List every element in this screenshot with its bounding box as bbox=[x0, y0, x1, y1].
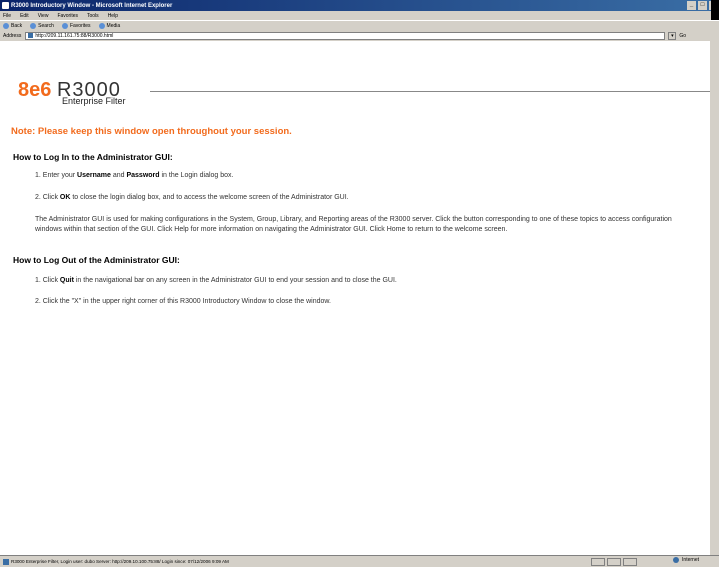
logo-divider bbox=[150, 91, 714, 92]
login-heading: How to Log In to the Administrator GUI: bbox=[13, 152, 173, 162]
login-step-1: 1. Enter your Username and Password in t… bbox=[35, 172, 234, 179]
logo-brand: 8e6 bbox=[18, 79, 52, 101]
login-info: The Administrator GUI is used for making… bbox=[35, 216, 672, 233]
login-step-2: 2. Click OK to close the login dialog bo… bbox=[35, 194, 349, 201]
address-url: http://209.11.161.75:88/R3000.html bbox=[35, 32, 114, 39]
minimize-button[interactable]: _ bbox=[687, 1, 696, 10]
menu-file[interactable]: File bbox=[3, 13, 11, 19]
menu-bar: File Edit View Favorites Tools Help bbox=[0, 0, 719, 20]
address-dropdown-button[interactable]: ▾ bbox=[668, 31, 677, 40]
ie-icon bbox=[2, 2, 9, 9]
favorites-button[interactable]: Favorites bbox=[61, 22, 91, 29]
logout-step-1: 1. Click Quit in the navigational bar on… bbox=[35, 277, 397, 284]
page-icon bbox=[3, 558, 9, 565]
page-content: 8e6 R3000 Enterprise Filter Note: Please… bbox=[0, 41, 719, 555]
page-icon bbox=[28, 33, 34, 38]
favorites-icon bbox=[61, 22, 68, 29]
session-note: Note: Please keep this window open throu… bbox=[11, 126, 292, 137]
status-pane bbox=[607, 558, 621, 566]
media-button[interactable]: Media bbox=[98, 22, 120, 29]
windows-logo-icon bbox=[711, 0, 719, 20]
status-pane bbox=[591, 558, 605, 566]
menu-view[interactable]: View bbox=[38, 13, 49, 19]
maximize-button[interactable]: □ bbox=[698, 1, 707, 10]
status-pane bbox=[623, 558, 637, 566]
search-button[interactable]: Search bbox=[30, 22, 54, 29]
logout-step-2: 2. Click the "X" in the upper right corn… bbox=[35, 298, 332, 305]
go-button[interactable]: Go bbox=[679, 33, 686, 39]
scrollbar[interactable] bbox=[710, 41, 719, 555]
logout-heading: How to Log Out of the Administrator GUI: bbox=[13, 255, 180, 265]
security-zone: Internet bbox=[673, 557, 699, 563]
toolbar: Back Search Favorites Media bbox=[0, 20, 719, 30]
title-bar: R3000 Introductory Window - Microsoft In… bbox=[0, 0, 719, 11]
menu-tools[interactable]: Tools bbox=[87, 13, 99, 19]
globe-icon bbox=[673, 557, 680, 563]
media-icon bbox=[98, 22, 105, 29]
search-icon bbox=[30, 22, 37, 29]
back-button[interactable]: Back bbox=[3, 22, 22, 29]
address-label: Address bbox=[3, 32, 22, 39]
menu-edit[interactable]: Edit bbox=[20, 13, 29, 19]
logo-subtitle: Enterprise Filter bbox=[62, 96, 126, 106]
status-text: R3000 Enterprise Filter, Login user: dub… bbox=[11, 559, 229, 564]
menu-favorites[interactable]: Favorites bbox=[57, 13, 78, 19]
status-bar: R3000 Enterprise Filter, Login user: dub… bbox=[0, 555, 719, 567]
menu-help[interactable]: Help bbox=[108, 13, 118, 19]
window-title: R3000 Introductory Window - Microsoft In… bbox=[11, 2, 173, 9]
address-input[interactable]: http://209.11.161.75:88/R3000.html bbox=[25, 31, 666, 40]
back-arrow-icon bbox=[3, 22, 9, 29]
address-bar: Address http://209.11.161.75:88/R3000.ht… bbox=[0, 30, 719, 41]
